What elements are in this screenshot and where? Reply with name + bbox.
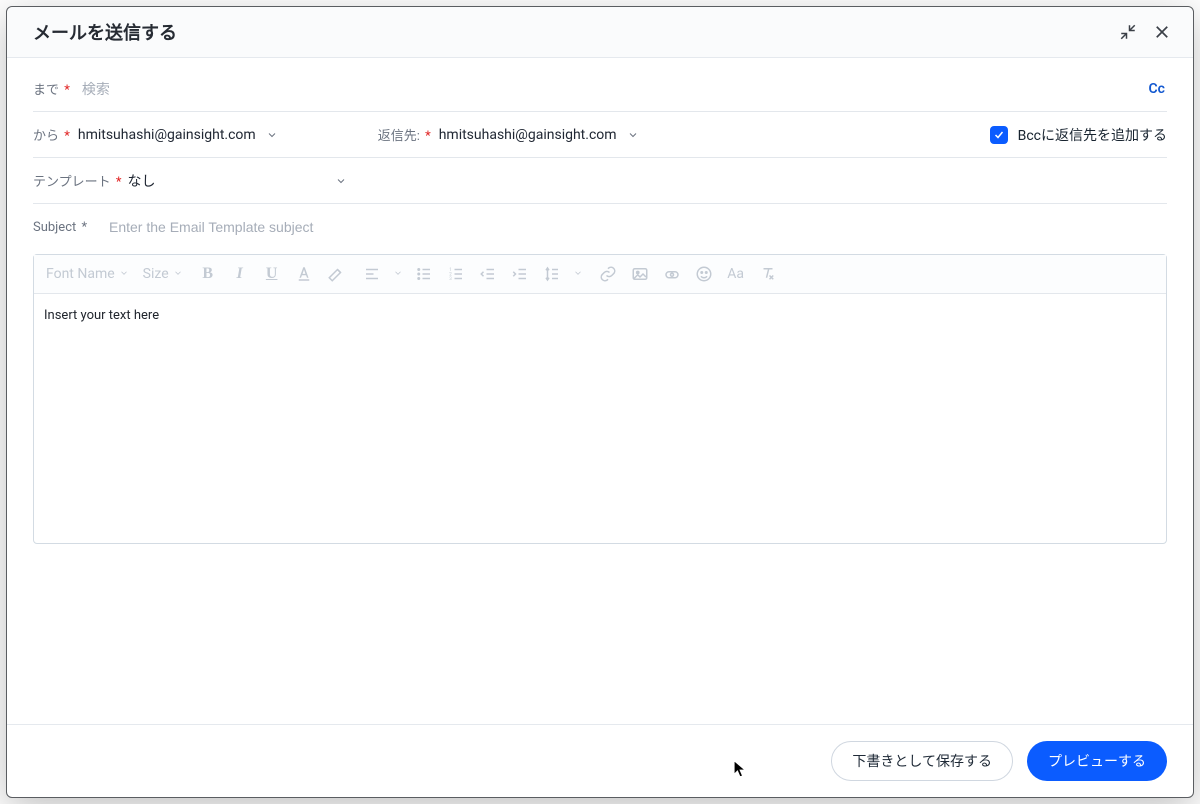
underline-button[interactable]: U [261, 263, 283, 285]
cc-toggle[interactable]: Cc [1147, 81, 1167, 97]
highlight-button[interactable] [325, 263, 347, 285]
text-color-button[interactable] [293, 263, 315, 285]
chevron-down-icon [119, 266, 129, 282]
bcc-checkbox[interactable] [990, 126, 1008, 144]
from-dropdown[interactable]: hmitsuhashi@gainsight.com [78, 127, 278, 143]
to-label: まで * [33, 79, 70, 98]
numbered-list-button[interactable]: 123 [445, 263, 467, 285]
link-button[interactable] [597, 263, 619, 285]
font-name-select[interactable]: Font Name [46, 266, 129, 282]
to-input[interactable] [76, 77, 476, 101]
attach-button[interactable] [661, 263, 683, 285]
chevron-down-icon [573, 266, 583, 282]
reply-to-value: hmitsuhashi@gainsight.com [439, 127, 617, 143]
reply-to-dropdown[interactable]: hmitsuhashi@gainsight.com [439, 127, 639, 143]
clear-format-button[interactable] [757, 263, 779, 285]
modal-footer: 下書きとして保存する プレビューする [7, 724, 1193, 797]
chevron-down-icon [335, 175, 347, 187]
collapse-icon[interactable] [1119, 23, 1137, 41]
editor: Font Name Size B I U [33, 254, 1167, 544]
image-button[interactable] [629, 263, 651, 285]
paragraph-group: 123 [361, 263, 583, 285]
outdent-button[interactable] [477, 263, 499, 285]
from-block: から * hmitsuhashi@gainsight.com [33, 125, 278, 144]
editor-toolbar: Font Name Size B I U [34, 255, 1166, 294]
from-label: から * [33, 125, 70, 144]
send-email-modal: メールを送信する まで * Cc から * [6, 6, 1194, 798]
chevron-down-icon [393, 266, 403, 282]
text-case-button[interactable]: Aa [725, 263, 747, 285]
indent-button[interactable] [509, 263, 531, 285]
bcc-block: Bccに返信先を追加する [990, 125, 1167, 145]
text-style-group: B I U [197, 263, 347, 285]
template-row: テンプレート * なし [33, 158, 1167, 204]
modal-body: まで * Cc から * hmitsuhashi@gainsight.com 返… [7, 58, 1193, 724]
chevron-down-icon [627, 129, 639, 141]
align-button[interactable] [361, 263, 383, 285]
chevron-down-icon [173, 266, 183, 282]
bcc-label: Bccに返信先を追加する [1018, 125, 1167, 145]
line-height-button[interactable] [541, 263, 563, 285]
modal-header-actions [1119, 23, 1171, 41]
modal-title: メールを送信する [33, 19, 177, 45]
template-dropdown[interactable]: なし [127, 171, 347, 191]
italic-button[interactable]: I [229, 263, 251, 285]
editor-textarea[interactable]: Insert your text here [34, 294, 1166, 543]
subject-row: Subject * [33, 204, 1167, 250]
modal-header: メールを送信する [7, 7, 1193, 58]
from-value: hmitsuhashi@gainsight.com [78, 127, 256, 143]
font-size-select[interactable]: Size [143, 266, 183, 282]
close-icon[interactable] [1153, 23, 1171, 41]
bullet-list-button[interactable] [413, 263, 435, 285]
template-label: テンプレート * [33, 171, 121, 190]
svg-text:3: 3 [449, 276, 452, 282]
subject-input[interactable] [103, 215, 1167, 239]
reply-to-label: 返信先: * [378, 125, 431, 144]
bold-button[interactable]: B [197, 263, 219, 285]
template-value: なし [127, 171, 155, 191]
insert-group: Aa [597, 263, 779, 285]
reply-to-block: 返信先: * hmitsuhashi@gainsight.com [378, 125, 639, 144]
preview-button[interactable]: プレビューする [1027, 741, 1167, 781]
chevron-down-icon [266, 129, 278, 141]
from-reply-row: から * hmitsuhashi@gainsight.com 返信先: * hm… [33, 112, 1167, 158]
save-draft-button[interactable]: 下書きとして保存する [831, 741, 1013, 781]
editor-placeholder: Insert your text here [44, 308, 159, 323]
subject-label: Subject * [33, 220, 93, 235]
emoji-button[interactable] [693, 263, 715, 285]
to-row: まで * Cc [33, 66, 1167, 112]
